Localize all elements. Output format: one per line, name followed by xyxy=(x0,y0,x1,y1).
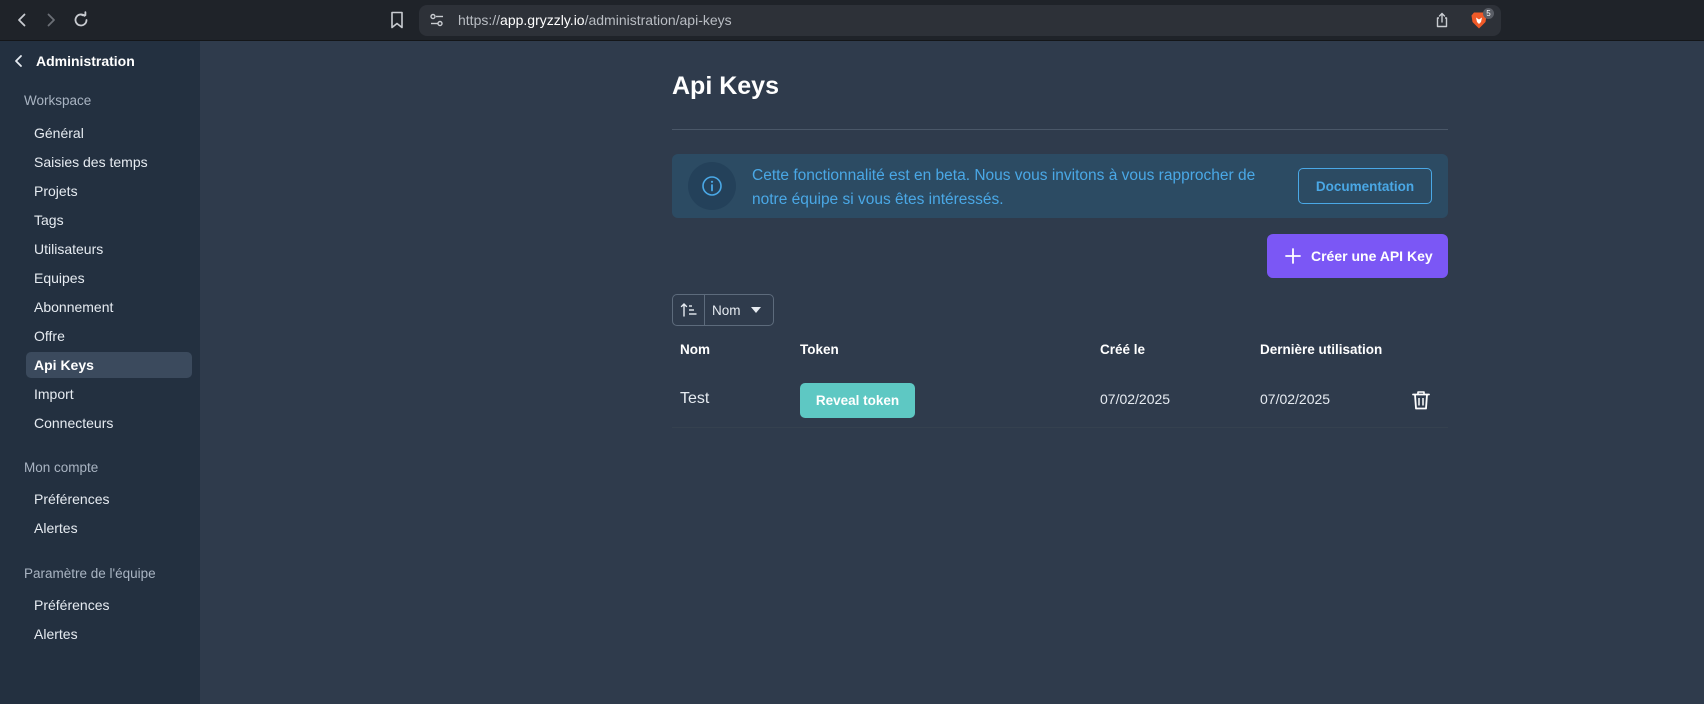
chevron-left-icon xyxy=(15,55,22,67)
sidebar-item-projets[interactable]: Projets xyxy=(26,178,192,204)
reveal-token-button[interactable]: Reveal token xyxy=(800,383,915,418)
back-icon[interactable] xyxy=(10,8,34,32)
page-title: Api Keys xyxy=(672,72,779,100)
forward-icon[interactable] xyxy=(39,8,63,32)
last-used-date: 07/02/2025 xyxy=(1260,391,1331,407)
sidebar-item-connecteurs[interactable]: Connecteurs xyxy=(26,410,192,436)
documentation-button[interactable]: Documentation xyxy=(1298,168,1432,204)
sort-control: Nom xyxy=(672,294,774,326)
sidebar-item-general[interactable]: Général xyxy=(26,120,192,146)
sidebar-section-equipe: Paramètre de l'équipe xyxy=(24,566,156,581)
api-key-name: Test xyxy=(680,390,710,407)
share-icon[interactable] xyxy=(1434,12,1450,28)
sidebar-item-offre[interactable]: Offre xyxy=(26,323,192,349)
shield-count-badge: 5 xyxy=(1483,8,1494,19)
sort-field-label: Nom xyxy=(712,302,741,318)
reload-icon[interactable] xyxy=(69,8,93,32)
beta-info-banner: Cette fonctionnalité est en beta. Nous v… xyxy=(672,154,1448,218)
create-api-key-button[interactable]: Créer une API Key xyxy=(1267,234,1448,278)
site-settings-icon[interactable] xyxy=(429,12,445,28)
sidebar-item-import[interactable]: Import xyxy=(26,381,192,407)
sidebar-item-team-alertes[interactable]: Alertes xyxy=(26,621,192,647)
address-bar[interactable]: https://app.gryzzly.io/administration/ap… xyxy=(419,5,1501,36)
sidebar-item-utilisateurs[interactable]: Utilisateurs xyxy=(26,236,192,262)
sidebar-item-api-keys[interactable]: Api Keys xyxy=(26,352,192,378)
column-header-created[interactable]: Créé le xyxy=(1100,342,1145,357)
sidebar-item-alertes[interactable]: Alertes xyxy=(26,515,192,541)
trash-icon[interactable] xyxy=(1410,389,1432,411)
column-header-name[interactable]: Nom xyxy=(680,342,710,357)
column-header-token: Token xyxy=(800,342,839,357)
url-path: /administration/api-keys xyxy=(584,12,732,28)
sidebar-item-team-preferences[interactable]: Préférences xyxy=(26,592,192,618)
sidebar-item-abonnement[interactable]: Abonnement xyxy=(26,294,192,320)
sidebar-item-tags[interactable]: Tags xyxy=(26,207,192,233)
table-row: Test Reveal token 07/02/2025 07/02/2025 xyxy=(672,372,1448,428)
back-to-administration[interactable]: Administration xyxy=(12,49,135,73)
main-content: Api Keys Cette fonctionnalité est en bet… xyxy=(200,41,1704,704)
title-divider xyxy=(672,129,1448,130)
sidebar-title: Administration xyxy=(36,53,135,69)
url-host: app.gryzzly.io xyxy=(500,12,585,28)
sidebar-item-preferences[interactable]: Préférences xyxy=(26,486,192,512)
sort-direction-icon[interactable] xyxy=(673,295,705,325)
plus-icon xyxy=(1285,248,1301,264)
browser-toolbar: https://app.gryzzly.io/administration/ap… xyxy=(0,0,1704,41)
sidebar-section-mon-compte: Mon compte xyxy=(24,460,99,475)
info-icon xyxy=(688,162,736,210)
beta-message: Cette fonctionnalité est en beta. Nous v… xyxy=(752,167,1256,208)
sort-field-select[interactable]: Nom xyxy=(705,295,773,325)
create-api-key-label: Créer une API Key xyxy=(1311,248,1433,264)
bookmark-icon[interactable] xyxy=(386,9,408,31)
sidebar-item-saisies[interactable]: Saisies des temps xyxy=(26,149,192,175)
sidebar-section-workspace: Workspace xyxy=(24,93,92,108)
sidebar: Administration Workspace Général Saisies… xyxy=(0,41,200,704)
caret-down-icon xyxy=(750,307,761,313)
created-date: 07/02/2025 xyxy=(1100,391,1171,407)
url-text: https://app.gryzzly.io/administration/ap… xyxy=(458,12,732,28)
column-header-last-used[interactable]: Dernière utilisation xyxy=(1260,342,1382,357)
url-scheme: https:// xyxy=(458,12,501,28)
sidebar-item-equipes[interactable]: Equipes xyxy=(26,265,192,291)
